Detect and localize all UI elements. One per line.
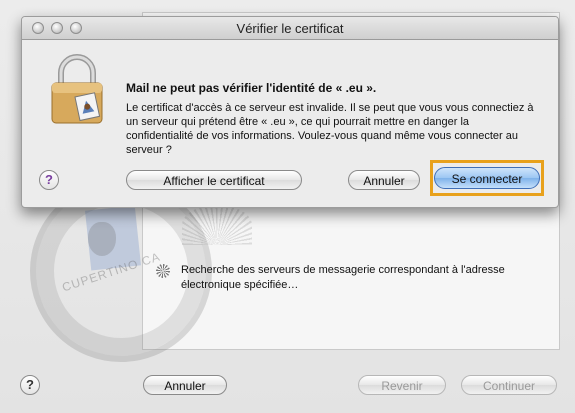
dialog-title: Vérifier le certificat [236, 21, 344, 36]
dialog-message: Le certificat d'accès à ce serveur est i… [126, 102, 534, 156]
help-button[interactable]: ? [20, 375, 40, 395]
verify-certificate-dialog: Vérifier le certificat Mail ne peut pas … [21, 16, 559, 208]
dialog-heading: Mail ne peut pas vérifier l'identité de … [126, 81, 377, 95]
back-button[interactable]: Revenir [358, 375, 446, 395]
dialog-help-button[interactable]: ? [39, 170, 59, 190]
show-certificate-button[interactable]: Afficher le certificat [126, 170, 302, 190]
sunburst-graphic [182, 205, 252, 245]
dialog-cancel-button[interactable]: Annuler [348, 170, 420, 190]
spinner-icon [156, 264, 170, 278]
status-message: Recherche des serveurs de messagerie cor… [181, 264, 505, 291]
lock-icon [51, 54, 103, 124]
apple-logo-icon [88, 222, 116, 256]
dialog-titlebar: Vérifier le certificat [22, 17, 558, 40]
cancel-button[interactable]: Annuler [143, 375, 227, 395]
continue-button[interactable]: Continuer [461, 375, 557, 395]
connect-button[interactable]: Se connecter [434, 167, 540, 189]
